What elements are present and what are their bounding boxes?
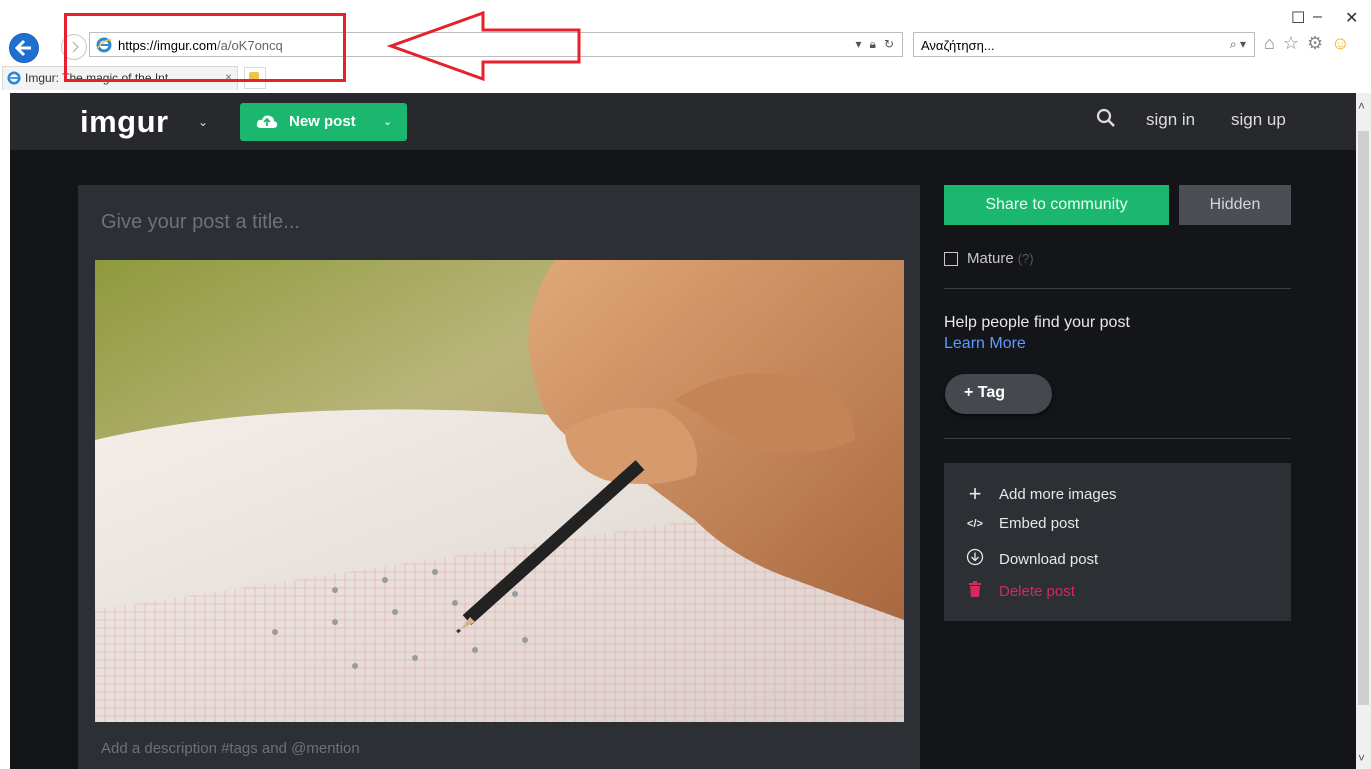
download-post-button[interactable]: Download post xyxy=(964,548,1098,570)
new-post-button[interactable]: New post ⌄ xyxy=(240,103,407,141)
mature-option: Mature (?) xyxy=(944,250,1034,267)
annotation-arrow-icon xyxy=(386,10,581,82)
action-label: Delete post xyxy=(999,582,1075,600)
plus-icon: + xyxy=(968,481,982,506)
page-scrollbar[interactable]: ˄ ˅ xyxy=(1356,93,1371,769)
logo-chevron-down-icon[interactable]: ⌄ xyxy=(198,115,208,129)
mature-label: Mature xyxy=(967,250,1014,267)
favorites-star-icon[interactable]: ☆ xyxy=(1283,33,1299,54)
search-icon[interactable] xyxy=(1096,108,1116,128)
download-icon xyxy=(964,548,986,570)
uploaded-image[interactable] xyxy=(95,260,904,722)
imgur-page: imgur ⌄ New post ⌄ sign in sign up Give … xyxy=(10,93,1356,769)
action-label: Add more images xyxy=(999,485,1117,503)
refresh-icon[interactable]: ↻ xyxy=(884,37,894,52)
post-editor xyxy=(78,185,920,769)
search-box[interactable]: Αναζήτηση... ⌕ ▾ xyxy=(913,32,1255,57)
scrollbar-thumb[interactable] xyxy=(1358,131,1369,705)
ie-tab-icon xyxy=(7,71,21,85)
pencil-exam-photo xyxy=(95,260,904,722)
back-button[interactable] xyxy=(9,33,39,63)
close-window-button[interactable]: ✕ xyxy=(1345,8,1358,28)
code-icon: </> xyxy=(967,517,983,530)
minimize-button[interactable]: – xyxy=(1313,8,1322,26)
settings-gear-icon[interactable]: ⚙ xyxy=(1307,33,1323,54)
home-icon[interactable]: ⌂ xyxy=(1264,33,1275,54)
mature-checkbox[interactable] xyxy=(944,251,958,266)
imgur-topbar: imgur ⌄ New post ⌄ sign in sign up xyxy=(10,93,1356,150)
learn-more-link[interactable]: Learn More xyxy=(944,335,1026,353)
search-placeholder: Αναζήτηση... xyxy=(921,38,995,53)
cloud-upload-icon xyxy=(256,115,278,128)
help-text: Help people find your post xyxy=(944,314,1130,331)
maximize-button[interactable]: ☐ xyxy=(1291,8,1305,28)
search-icon[interactable]: ⌕ ▾ xyxy=(1230,37,1246,52)
smiley-icon[interactable]: ☺ xyxy=(1331,33,1349,54)
embed-post-button[interactable]: </> Embed post xyxy=(964,515,1079,532)
delete-post-button[interactable]: Delete post xyxy=(964,581,1075,601)
hidden-button[interactable]: Hidden xyxy=(1179,185,1291,225)
post-description-input[interactable] xyxy=(78,722,920,769)
action-label: Download post xyxy=(999,550,1099,568)
post-title-input[interactable] xyxy=(78,185,920,260)
add-tag-label: + Tag xyxy=(964,384,1006,401)
toolbar-icons: ⌂ ☆ ⚙ ☺ xyxy=(1264,33,1350,54)
mature-help-link[interactable]: (?) xyxy=(1018,251,1034,266)
action-label: Embed post xyxy=(999,515,1080,532)
new-post-label: New post xyxy=(289,113,356,130)
dropdown-icon[interactable]: ▾ xyxy=(856,37,862,52)
post-actions-panel: + Add more images </> Embed post Downloa… xyxy=(944,463,1291,621)
address-tools: ▾ 🔒︎ ↻ xyxy=(856,37,894,52)
imgur-logo[interactable]: imgur xyxy=(80,104,169,140)
share-to-community-button[interactable]: Share to community xyxy=(944,185,1169,225)
new-post-chevron-icon: ⌄ xyxy=(383,116,393,128)
add-more-images-button[interactable]: + Add more images xyxy=(964,481,1117,507)
scroll-down-icon[interactable]: ˅ xyxy=(1358,751,1365,765)
sign-up-link[interactable]: sign up xyxy=(1231,110,1286,130)
divider xyxy=(944,438,1291,439)
sign-in-link[interactable]: sign in xyxy=(1146,110,1195,130)
trash-icon xyxy=(964,581,986,601)
back-arrow-icon xyxy=(14,39,31,57)
divider xyxy=(944,288,1291,289)
scroll-up-icon[interactable]: ˄ xyxy=(1358,99,1365,113)
annotation-highlight-box xyxy=(64,13,346,82)
lock-icon[interactable]: 🔒︎ xyxy=(870,37,876,52)
add-tag-button[interactable]: + Tag xyxy=(945,374,1052,414)
